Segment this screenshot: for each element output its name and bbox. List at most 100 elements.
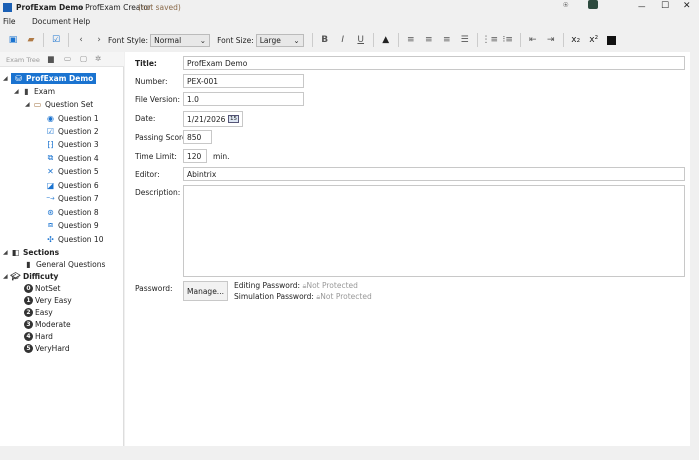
- level-label: NotSet: [35, 283, 61, 293]
- tree-general-label: General Questions: [36, 259, 106, 269]
- minimize-button[interactable]: —: [638, 2, 646, 11]
- tree-question[interactable]: ✣ Question 10: [46, 233, 103, 245]
- version-label: File Version:: [135, 95, 181, 104]
- toolbar: ▣ ▰ ☑ ‹ › Font Style: Normal ⌄ Font Size:…: [0, 30, 699, 50]
- tree-difficulty-level[interactable]: 4 Hard: [24, 330, 53, 342]
- date-value: 1/21/2026: [187, 114, 226, 124]
- tree-difficulty-level[interactable]: 3 Moderate: [24, 318, 71, 330]
- editing-password-row: Editing Password: 🔒︎Not Protected: [234, 281, 358, 291]
- menu-file[interactable]: File: [3, 17, 16, 26]
- tools-icon[interactable]: ✲: [95, 54, 101, 63]
- move-icon: ✣: [47, 234, 54, 244]
- time-limit-label: Time Limit:: [135, 152, 177, 161]
- description-textarea[interactable]: [183, 185, 685, 277]
- exam-properties-form: Title: ProfExam Demo Number: PEX-001 Fil…: [125, 52, 690, 446]
- password-label: Password:: [135, 284, 173, 293]
- color-picker-icon[interactable]: [603, 32, 621, 48]
- question-label: Question 5: [58, 166, 99, 176]
- question-label: Question 3: [58, 139, 99, 149]
- date-picker[interactable]: 1/21/2026 15: [183, 111, 243, 127]
- tree-question[interactable]: ⊛ Question 8: [46, 206, 99, 218]
- date-label: Date:: [135, 114, 156, 123]
- indent-decrease-icon[interactable]: ⇤: [524, 32, 542, 48]
- back-icon[interactable]: ‹: [72, 32, 90, 48]
- folder-icon[interactable]: ▭: [64, 54, 71, 63]
- font-style-value: Normal: [154, 35, 182, 45]
- tree-question[interactable]: ◪ Question 6: [46, 179, 99, 191]
- tree-difficulty[interactable]: ◢ 🎓︎ Difficuty: [3, 270, 58, 282]
- tree-question[interactable]: ⁅⁆ Question 3: [46, 138, 99, 150]
- align-left-icon[interactable]: ≡: [402, 32, 420, 48]
- title-input[interactable]: ProfExam Demo: [183, 56, 685, 70]
- align-right-icon[interactable]: ≡: [438, 32, 456, 48]
- calendar-icon[interactable]: 15: [228, 115, 239, 123]
- close-button[interactable]: ✕: [683, 1, 691, 11]
- bold-icon[interactable]: B: [316, 32, 334, 48]
- tree-question[interactable]: ☑ Question 2: [46, 125, 99, 137]
- level-number-icon: 5: [24, 343, 33, 353]
- number-input[interactable]: PEX-001: [183, 74, 304, 88]
- tree-difficulty-level[interactable]: 1 Very Easy: [24, 294, 72, 306]
- tree-question[interactable]: ⧈ Question 9: [46, 219, 99, 231]
- subscript-icon[interactable]: x₂: [567, 32, 585, 48]
- matching-icon: ✕: [47, 166, 54, 176]
- question-label: Question 9: [58, 220, 99, 230]
- editor-label: Editor:: [135, 170, 160, 179]
- bullet-list-icon[interactable]: ⁝≡: [499, 32, 517, 48]
- tree-sections[interactable]: ◢ ◧ Sections: [3, 246, 59, 258]
- document-title: ProfExam Demo: [16, 3, 84, 12]
- tree-difficulty-level[interactable]: 0 NotSet: [24, 282, 60, 294]
- tree-question[interactable]: ⧉ Question 4: [46, 152, 99, 164]
- tree-question[interactable]: ◉ Question 1: [46, 112, 99, 124]
- exam-tree-panel: Exam Tree ▆ ▭ ▢ ✲ ◢ ⛁ ProfExam Demo ◢ ▮ Exam…: [0, 52, 124, 446]
- menu-help[interactable]: Help: [73, 17, 90, 26]
- simulation-password-status: Not Protected: [320, 292, 372, 301]
- highlight-icon[interactable]: ▲: [377, 32, 395, 48]
- vertical-scrollbar[interactable]: [690, 52, 699, 446]
- version-input[interactable]: 1.0: [183, 92, 304, 106]
- add-section-icon[interactable]: ▆: [48, 54, 54, 63]
- forward-icon[interactable]: ›: [90, 32, 108, 48]
- passing-score-input[interactable]: 850: [183, 130, 212, 144]
- badge-icon[interactable]: ⍟: [563, 1, 568, 11]
- numbered-list-icon[interactable]: ⋮≡: [481, 32, 499, 48]
- font-size-select[interactable]: Large ⌄: [255, 33, 304, 47]
- tree-question[interactable]: ✕ Question 5: [46, 165, 99, 177]
- chevron-down-icon: ⌄: [199, 35, 207, 45]
- chevron-down-icon: ⌄: [293, 35, 300, 45]
- maximize-button[interactable]: ☐: [661, 1, 669, 11]
- font-style-select[interactable]: Normal ⌄: [150, 33, 211, 47]
- align-justify-icon[interactable]: ☰: [456, 32, 474, 48]
- italic-icon[interactable]: I: [334, 32, 352, 48]
- radio-question-icon: ◉: [47, 113, 54, 123]
- tree-question[interactable]: ⤍ Question 7: [46, 192, 98, 204]
- add-folder-icon[interactable]: ▢: [80, 54, 87, 63]
- level-number-icon: 1: [24, 295, 33, 305]
- tree-exam-label: Exam: [34, 86, 56, 96]
- edit-icon[interactable]: ☑: [47, 32, 65, 48]
- menu-bar: File Document Help: [0, 15, 699, 29]
- align-center-icon[interactable]: ≡: [420, 32, 438, 48]
- question-label: Question 1: [58, 113, 99, 123]
- menu-document[interactable]: Document: [32, 17, 71, 26]
- sections-icon: ◧: [11, 247, 20, 257]
- tree-root[interactable]: ◢ ⛁ ProfExam Demo: [3, 72, 97, 84]
- tree-section-general[interactable]: ▮ General Questions: [24, 258, 105, 270]
- open-folder-icon[interactable]: ▰: [22, 32, 40, 48]
- font-size-value: Large: [259, 35, 281, 45]
- time-limit-input[interactable]: 120: [183, 149, 207, 163]
- manage-password-button[interactable]: Manage...: [183, 281, 228, 301]
- editor-input[interactable]: Abintrix: [183, 167, 685, 181]
- tree-question-set[interactable]: ◢ ▭ Question Set: [25, 98, 93, 110]
- underline-icon[interactable]: U: [352, 32, 370, 48]
- level-number-icon: 0: [24, 283, 33, 293]
- question-label: Question 2: [58, 126, 99, 136]
- tree-exam[interactable]: ◢ ▮ Exam: [14, 85, 55, 97]
- number-label: Number:: [135, 77, 168, 86]
- tree-difficulty-level[interactable]: 2 Easy: [24, 306, 53, 318]
- feedback-icon[interactable]: [588, 0, 598, 9]
- tree-difficulty-level[interactable]: 5 VeryHard: [24, 342, 70, 354]
- save-icon[interactable]: ▣: [4, 32, 22, 48]
- superscript-icon[interactable]: x²: [585, 32, 603, 48]
- indent-increase-icon[interactable]: ⇥: [542, 32, 560, 48]
